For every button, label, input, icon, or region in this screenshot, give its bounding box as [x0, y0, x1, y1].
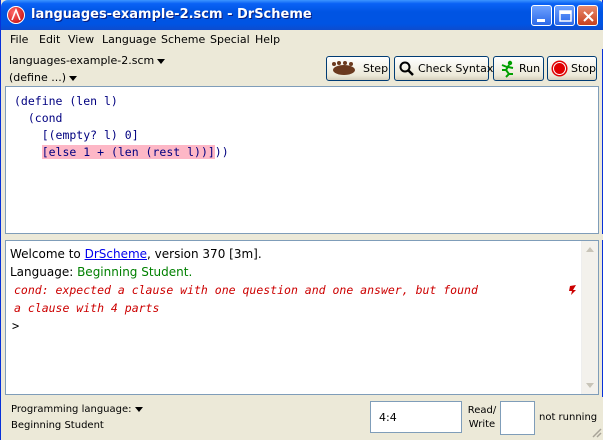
- interactions-scrollbar[interactable]: [581, 241, 598, 394]
- running-status: not running: [539, 412, 598, 423]
- run-button[interactable]: Run: [493, 56, 544, 81]
- maximize-button[interactable]: [554, 5, 575, 26]
- scroll-down-icon[interactable]: [582, 377, 598, 394]
- chevron-down-icon: [134, 406, 143, 412]
- code-line-text: [else 1 + (len (rest l))])): [41, 145, 229, 159]
- code-line: (define (len l): [14, 94, 118, 108]
- drscheme-logo-icon: [7, 6, 25, 24]
- menu-edit[interactable]: Edit: [39, 33, 60, 46]
- welcome-suffix: , version 370 [3m].: [147, 247, 262, 261]
- cursor-position: 4:4: [379, 411, 397, 424]
- menu-language[interactable]: Language: [102, 33, 156, 46]
- error-highlight: [else 1 + (len (rest l))]: [41, 145, 215, 159]
- file-name-label: languages-example-2.scm: [9, 54, 155, 67]
- programming-language-label: Programming language:: [11, 404, 132, 415]
- menu-special[interactable]: Special: [210, 33, 250, 46]
- code-line-highlighted: [else 1 + (len (rest l))])): [14, 145, 229, 159]
- language-prefix: Language:: [10, 265, 78, 279]
- chevron-down-icon: [69, 75, 77, 81]
- check-syntax-label: Check Syntax: [418, 62, 494, 75]
- drscheme-window: languages-example-2.scm - DrScheme File …: [0, 0, 603, 440]
- repl-prompt[interactable]: >: [12, 319, 19, 333]
- read-label: Read/: [467, 405, 497, 416]
- programming-language-value: Beginning Student: [11, 420, 104, 431]
- menu-bar: File Edit View Language Scheme Special H…: [1, 30, 603, 49]
- footprint-step-icon: [332, 61, 355, 75]
- error-message-line-2: a clause with 4 parts: [14, 301, 160, 315]
- error-message-line-1: cond: expected a clause with one questio…: [14, 283, 478, 297]
- maximize-icon: [559, 10, 572, 22]
- read-write-indicator[interactable]: Read/ Write: [467, 404, 497, 432]
- welcome-prefix: Welcome to: [10, 247, 85, 261]
- title-bar[interactable]: languages-example-2.scm - DrScheme: [1, 0, 603, 30]
- language-value: Beginning Student.: [77, 265, 193, 279]
- menu-file[interactable]: File: [10, 33, 28, 46]
- stop-label: Stop: [571, 62, 597, 75]
- close-icon: [583, 11, 594, 22]
- menu-view[interactable]: View: [68, 33, 94, 46]
- code-line: (cond: [14, 111, 63, 125]
- close-button[interactable]: [577, 5, 598, 26]
- window-title: languages-example-2.scm - DrScheme: [31, 7, 312, 22]
- stop-button[interactable]: Stop: [547, 56, 597, 81]
- bug-icon[interactable]: [568, 284, 578, 296]
- step-button[interactable]: Step: [326, 56, 390, 81]
- run-label: Run: [519, 62, 541, 75]
- definitions-editor[interactable]: (define (len l) (cond [(empty? l) 0] [el…: [5, 86, 599, 234]
- resize-grip-icon[interactable]: [590, 426, 602, 438]
- chevron-down-icon: [157, 58, 166, 64]
- menu-scheme[interactable]: Scheme: [161, 33, 205, 46]
- cursor-position-box: 4:4: [370, 401, 462, 433]
- status-bar: Programming language: Beginning Student …: [1, 397, 603, 440]
- magnifier-icon: [399, 61, 414, 76]
- define-dropdown[interactable]: (define ...): [9, 71, 77, 84]
- minimize-button[interactable]: [531, 5, 552, 26]
- code-line-text: [(empty? l) 0]: [14, 128, 139, 142]
- drscheme-link[interactable]: DrScheme: [85, 247, 147, 261]
- minimize-icon: [537, 19, 545, 22]
- code-line: [(empty? l) 0]: [14, 128, 139, 142]
- define-label: (define ...): [9, 71, 66, 84]
- running-man-icon: [501, 60, 514, 78]
- step-label: Step: [363, 62, 389, 75]
- write-label: Write: [468, 419, 496, 430]
- interactions-window[interactable]: Welcome to DrScheme, version 370 [3m]. L…: [5, 240, 599, 395]
- stop-sign-icon: [551, 60, 568, 77]
- check-syntax-button[interactable]: Check Syntax: [394, 56, 493, 81]
- language-message: Language: Beginning Student.: [10, 265, 192, 279]
- welcome-message: Welcome to DrScheme, version 370 [3m].: [10, 247, 262, 261]
- programming-language-dropdown[interactable]: Programming language:: [11, 404, 143, 415]
- file-name-dropdown[interactable]: languages-example-2.scm: [9, 54, 166, 67]
- gc-indicator-box: [500, 401, 535, 435]
- menu-help[interactable]: Help: [255, 33, 280, 46]
- scroll-up-icon[interactable]: [582, 241, 598, 258]
